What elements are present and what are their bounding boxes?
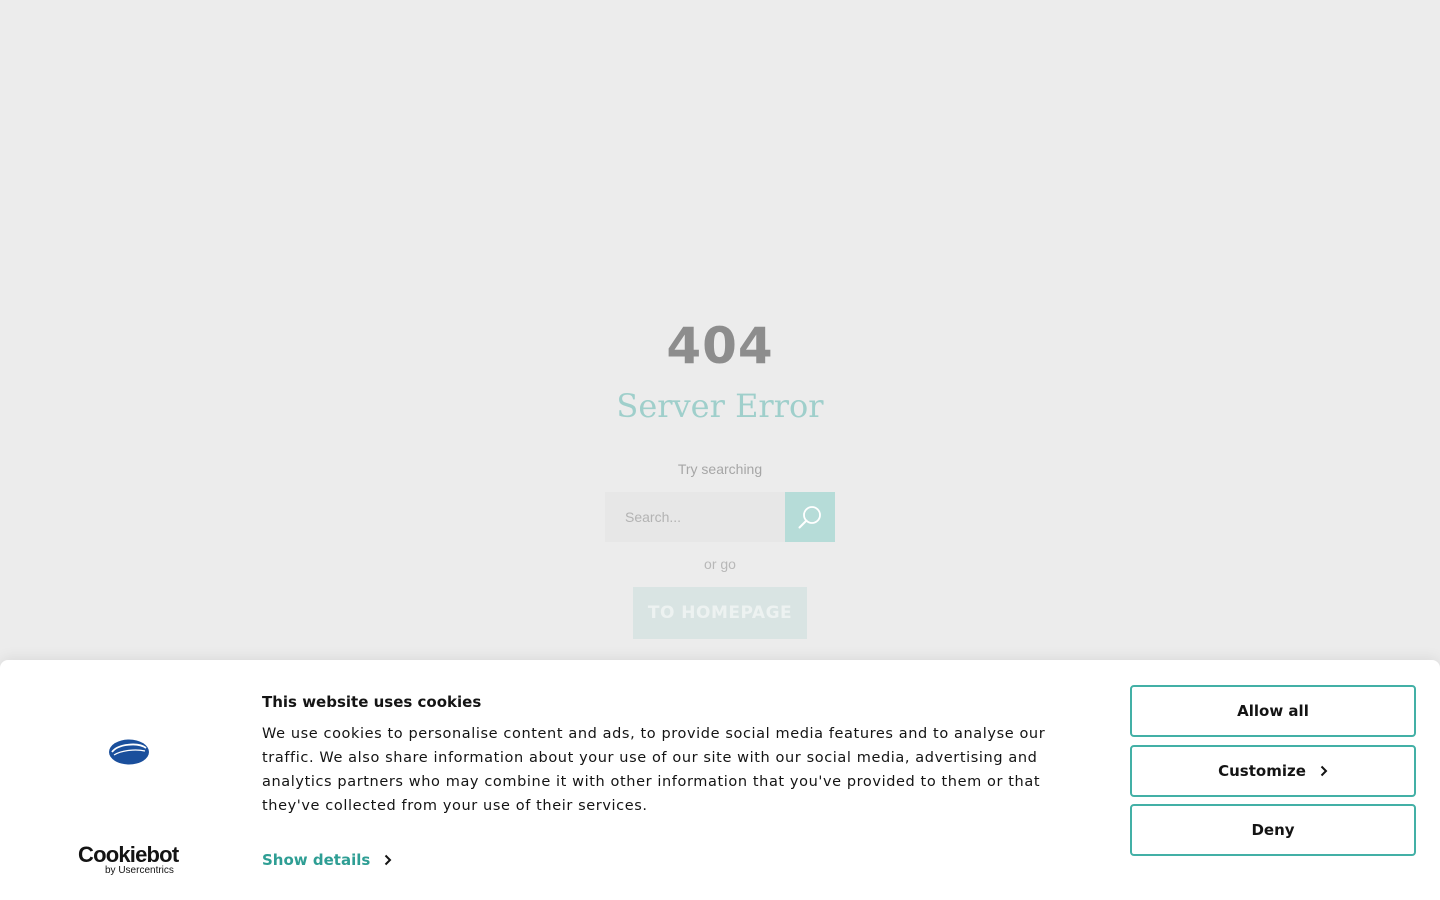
chevron-right-icon xyxy=(1320,765,1328,777)
cookie-banner-title: This website uses cookies xyxy=(262,693,482,711)
search-input[interactable] xyxy=(605,492,785,542)
cookiebot-logo-tagline: by Usercentrics xyxy=(105,865,174,876)
cookie-banner: Cookiebot by Usercentrics This website u… xyxy=(0,660,1440,900)
cookiebot-logo[interactable]: Cookiebot by Usercentrics xyxy=(78,844,188,878)
show-details-label: Show details xyxy=(262,851,371,869)
cookiebot-logo-text: Cookiebot xyxy=(78,842,179,867)
error-code: 404 xyxy=(666,317,774,375)
customize-label: Customize xyxy=(1218,762,1306,780)
error-title: Server Error xyxy=(616,387,824,425)
customize-button[interactable]: Customize xyxy=(1130,745,1416,797)
homepage-button[interactable]: TO HOMEPAGE xyxy=(633,587,807,639)
search-icon xyxy=(798,506,821,529)
brand-logo-icon xyxy=(109,739,149,765)
chevron-right-icon xyxy=(385,854,392,866)
error-content: 404 Server Error Try searching or go TO … xyxy=(0,0,1440,660)
page: 404 Server Error Try searching or go TO … xyxy=(0,0,1440,900)
search-button[interactable] xyxy=(785,492,835,542)
show-details-link[interactable]: Show details xyxy=(262,849,392,871)
try-searching-label: Try searching xyxy=(677,461,763,477)
deny-button[interactable]: Deny xyxy=(1130,804,1416,856)
cookie-banner-text: We use cookies to personalise content an… xyxy=(262,726,1046,814)
or-go-label: or go xyxy=(704,556,736,572)
allow-all-button[interactable]: Allow all xyxy=(1130,685,1416,737)
